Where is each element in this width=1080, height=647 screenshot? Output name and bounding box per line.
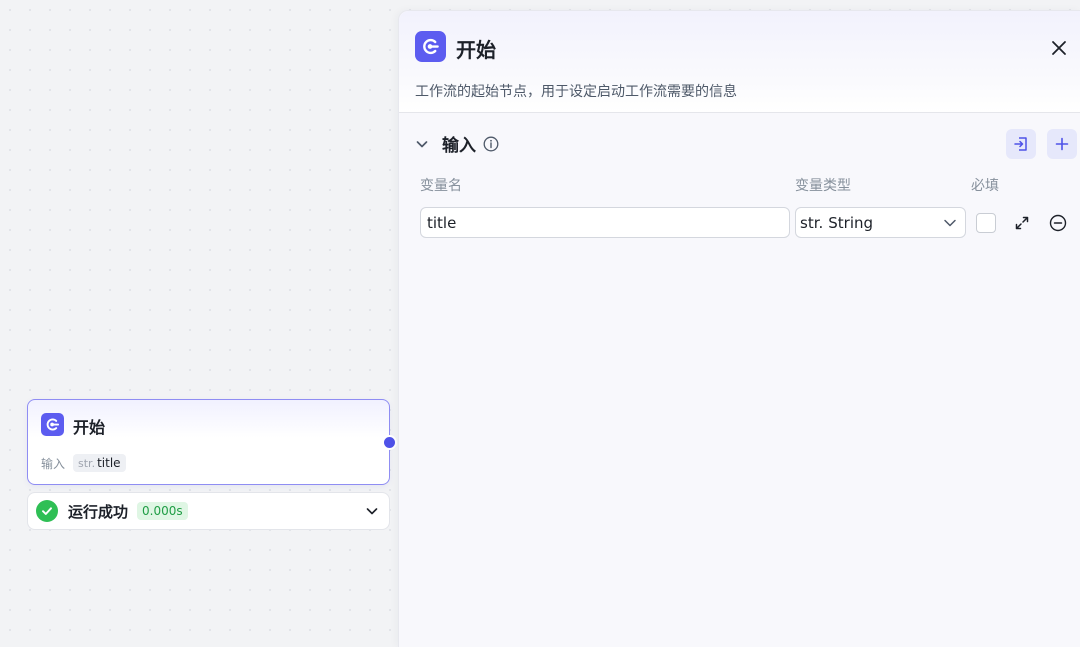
import-icon	[1014, 137, 1027, 151]
required-checkbox[interactable]	[976, 213, 996, 233]
run-status-bar[interactable]: 运行成功 0.000s	[27, 492, 390, 530]
start-node-card[interactable]: 开始 输入 str. title	[27, 399, 397, 485]
column-header-required: 必填	[971, 178, 999, 194]
import-variables-button[interactable]	[1006, 129, 1036, 159]
start-node-icon	[41, 413, 64, 436]
minus-circle-icon	[1049, 214, 1067, 232]
add-variable-button[interactable]	[1047, 129, 1077, 159]
start-node-icon	[415, 31, 446, 62]
close-button[interactable]	[1048, 37, 1070, 59]
duration-badge: 0.000s	[137, 502, 188, 520]
chevron-down-icon[interactable]	[415, 137, 431, 151]
variable-chip: str. title	[73, 454, 126, 472]
column-header-name: 变量名	[420, 178, 462, 194]
type-value: String	[828, 213, 874, 232]
chevron-down-icon	[943, 216, 957, 230]
node-input-label: 输入	[41, 456, 66, 471]
input-section-header[interactable]: 输入	[415, 131, 499, 156]
expand-icon	[1015, 216, 1029, 230]
column-header-type: 变量类型	[795, 178, 851, 194]
output-handle[interactable]	[382, 435, 397, 450]
panel-description: 工作流的起始节点，用于设定启动工作流需要的信息	[415, 84, 737, 100]
expand-button[interactable]	[1013, 214, 1031, 232]
node-title: 开始	[73, 418, 106, 437]
variable-name-input[interactable]	[420, 207, 790, 238]
panel-header: 开始 工作流的起始节点，用于设定启动工作流需要的信息	[399, 11, 1080, 113]
variable-chip-type: str.	[78, 457, 96, 470]
input-section-title: 输入	[442, 136, 476, 156]
remove-variable-button[interactable]	[1048, 213, 1068, 233]
check-circle-icon	[36, 500, 58, 522]
run-status-label: 运行成功	[68, 502, 129, 521]
variable-chip-name: title	[97, 456, 121, 470]
type-prefix: str.	[800, 213, 824, 232]
chevron-down-icon[interactable]	[365, 504, 379, 518]
panel-title: 开始	[456, 38, 496, 62]
node-config-panel: 开始 工作流的起始节点，用于设定启动工作流需要的信息 输入 变量名 变量类型 必…	[398, 10, 1080, 647]
close-icon	[1052, 41, 1066, 55]
variable-type-select[interactable]: str. String	[795, 207, 966, 238]
node-input-row: 输入 str. title	[41, 454, 126, 472]
info-icon[interactable]	[483, 136, 499, 152]
plus-icon	[1055, 137, 1069, 151]
